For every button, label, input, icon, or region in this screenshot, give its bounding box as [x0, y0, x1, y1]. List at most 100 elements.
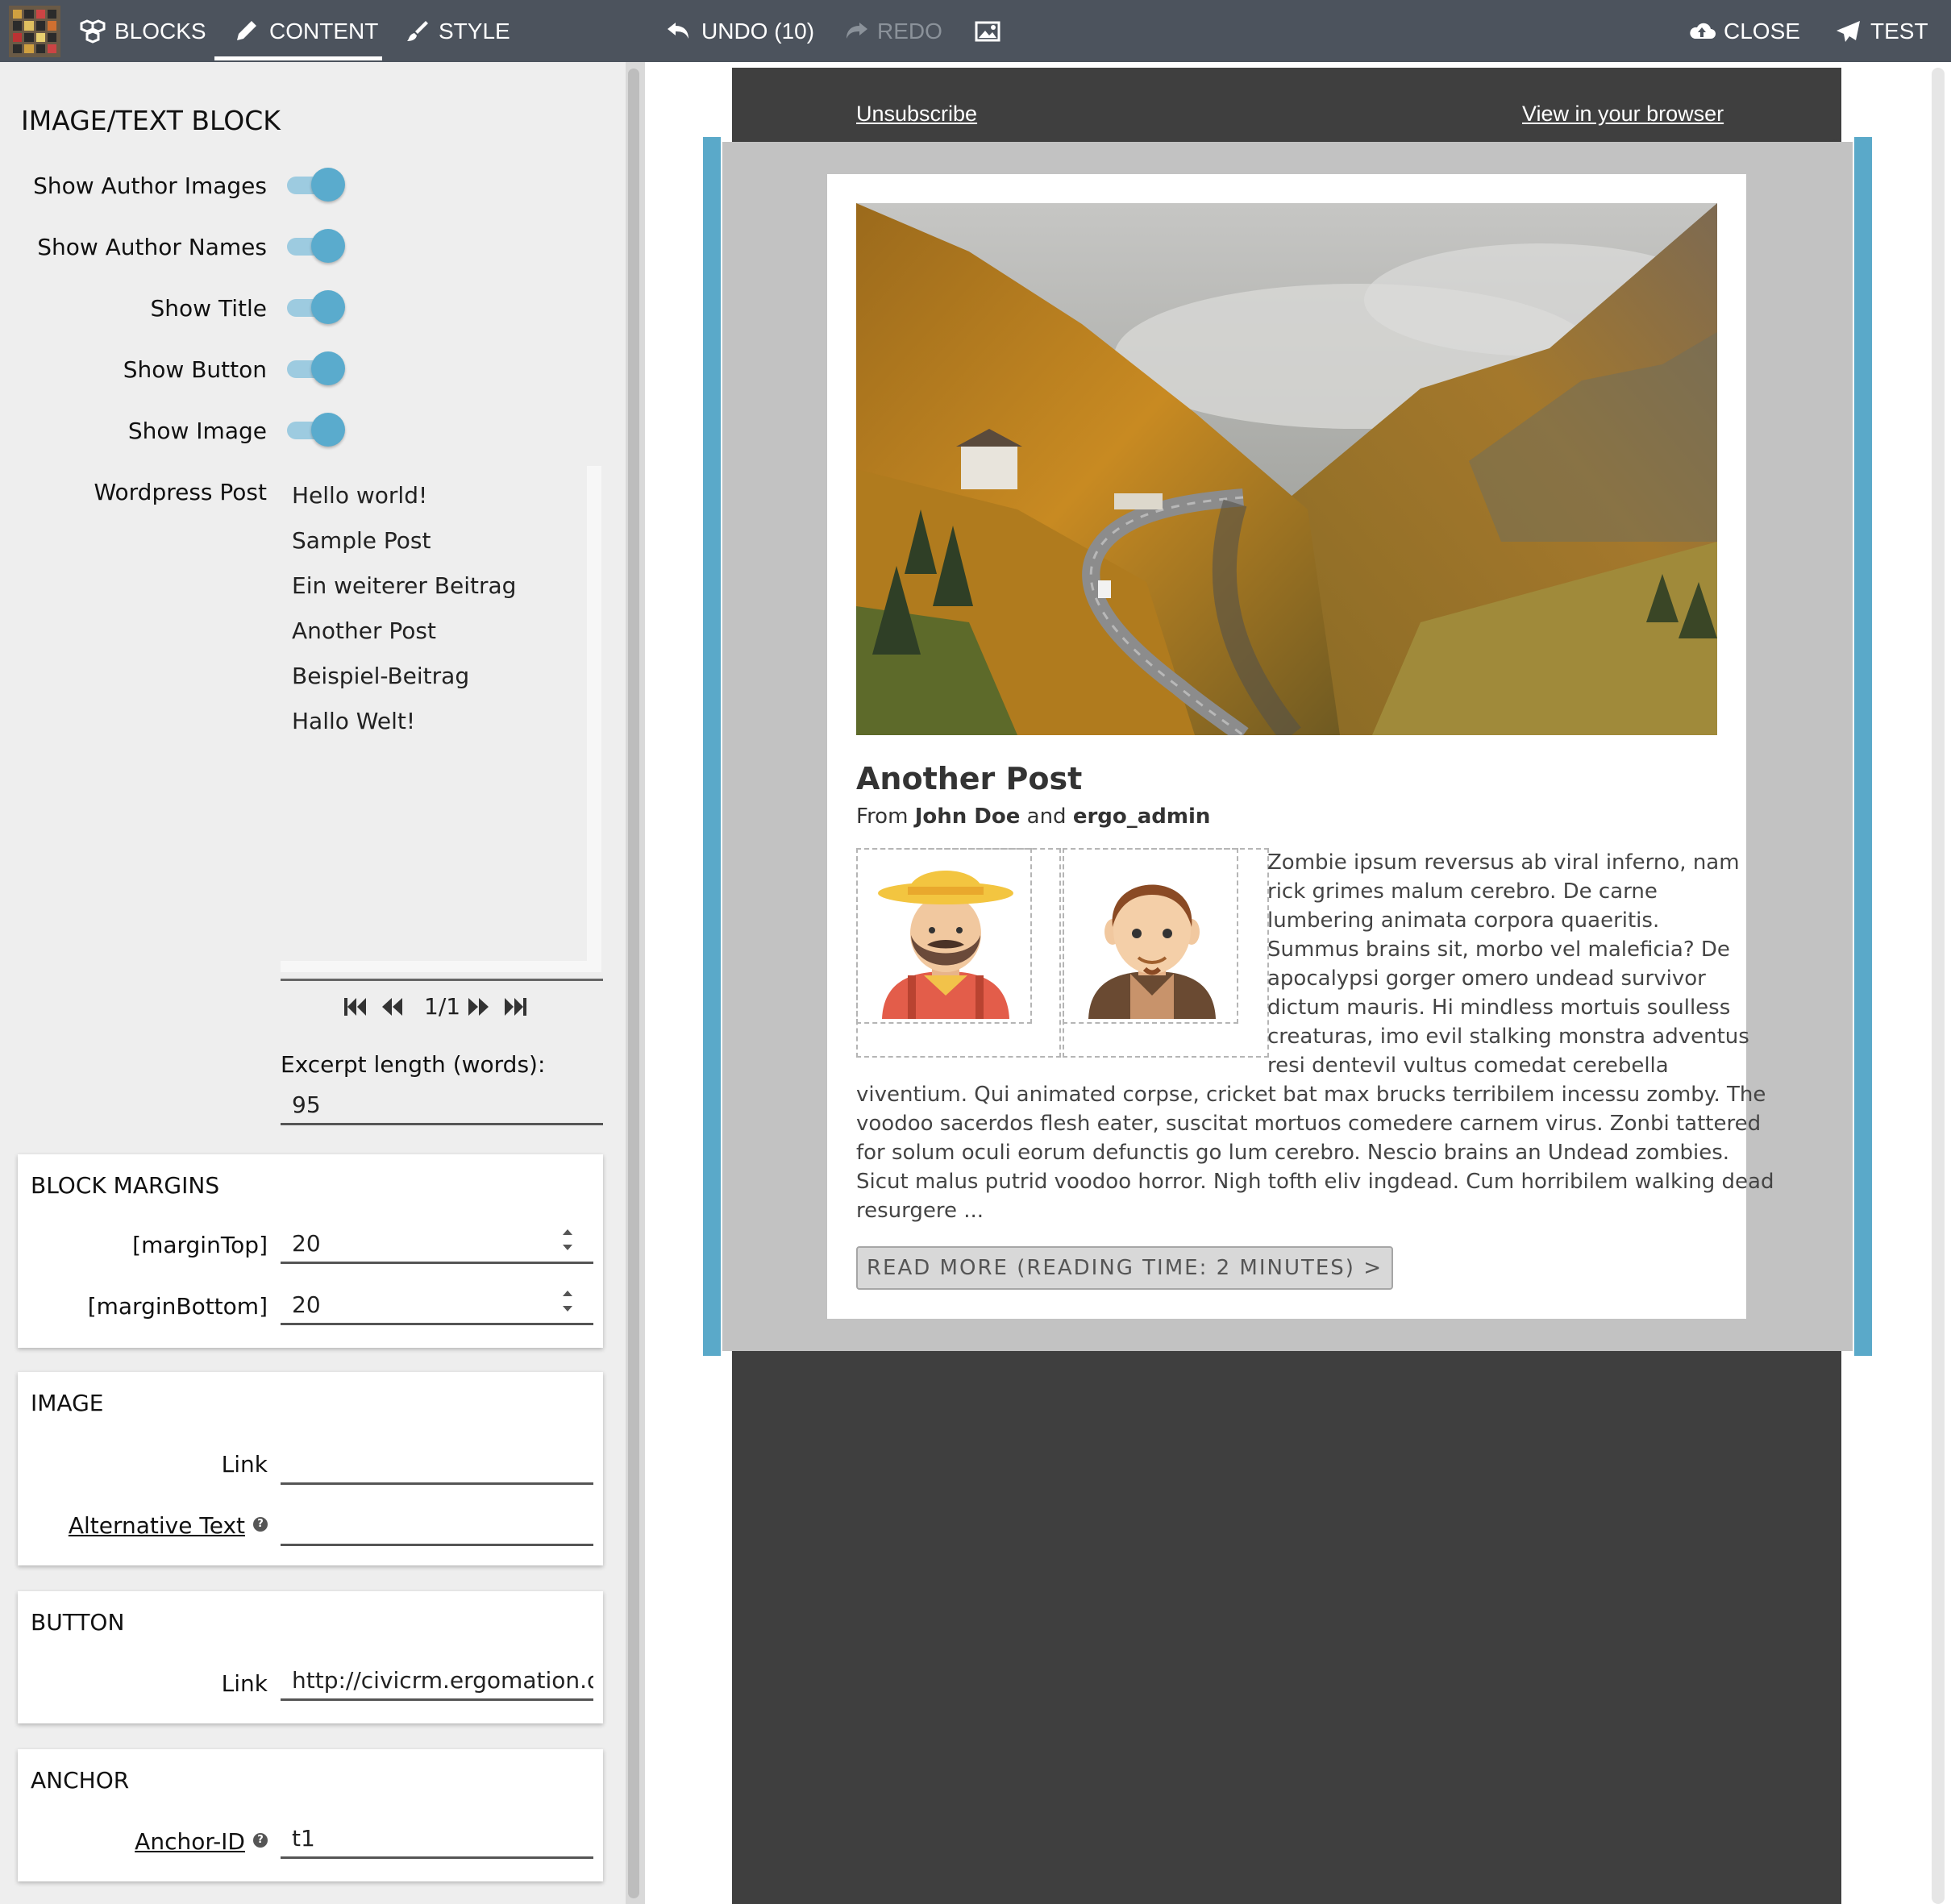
post-list-scrollbar[interactable] — [587, 466, 601, 961]
redo-button[interactable]: REDO — [842, 0, 942, 62]
show-image-toggle[interactable] — [287, 411, 345, 447]
anchor-settings-title: ANCHOR — [31, 1767, 130, 1794]
preview-scrollbar[interactable] — [1932, 68, 1945, 1904]
button-link-input[interactable] — [281, 1659, 593, 1701]
post-excerpt-line: lumbering animata corpora quaeritis. — [1267, 908, 1660, 933]
active-tab-indicator — [214, 56, 382, 60]
byline-from: From — [856, 804, 909, 829]
last-page-button[interactable] — [501, 993, 529, 1021]
image-link-label: Link — [221, 1451, 268, 1478]
undo-button[interactable]: UNDO (10) — [666, 0, 814, 62]
show-title-toggle[interactable] — [287, 289, 345, 324]
post-hero-image[interactable] — [856, 203, 1717, 735]
margin-bottom-label: [marginBottom] — [87, 1293, 268, 1320]
test-label: TEST — [1870, 18, 1928, 44]
alt-text-label[interactable]: Alternative Text — [69, 1512, 245, 1539]
button-settings-card: BUTTON — [18, 1591, 603, 1723]
blocks-tab-label: BLOCKS — [114, 18, 206, 44]
style-tab[interactable]: STYLE — [403, 0, 510, 62]
post-item[interactable]: Beispiel-Beitrag — [292, 663, 469, 689]
top-toolbar: BLOCKS CONTENT STYLE UNDO (10) REDO CLOS… — [0, 0, 1951, 62]
post-excerpt-line: creaturas, imo evil stalking monstra adv… — [1267, 1025, 1749, 1049]
zigzag-edge — [1825, 68, 1841, 142]
margin-bottom-spinner[interactable] — [558, 1283, 577, 1319]
content-tab-label: CONTENT — [269, 18, 379, 44]
selection-indicator-left — [703, 137, 721, 1356]
redo-icon — [847, 22, 867, 39]
margin-top-label: [marginTop] — [132, 1232, 268, 1258]
skip-last-icon — [505, 998, 526, 1016]
post-excerpt-line: resurgere ... — [856, 1199, 984, 1223]
post-excerpt-line: Summus brains sit, morbo vel maleficia? … — [1267, 937, 1730, 962]
margin-top-input[interactable] — [281, 1222, 593, 1264]
button-link-label: Link — [221, 1670, 268, 1697]
help-icon[interactable]: ? — [253, 1833, 268, 1848]
author-name: John Doe — [914, 804, 1021, 829]
show-button-toggle[interactable] — [287, 350, 345, 385]
toggle-label-button: Show Button — [123, 356, 267, 383]
undo-icon — [668, 22, 688, 39]
show-author-names-toggle[interactable] — [287, 227, 345, 263]
excerpt-length-input[interactable] — [281, 1083, 603, 1125]
first-page-button[interactable] — [342, 993, 369, 1021]
margin-top-spinner[interactable] — [558, 1222, 577, 1258]
post-item[interactable]: Hello world! — [292, 482, 427, 509]
post-list-hscrollbar[interactable] — [281, 961, 601, 972]
cubes-icon — [80, 19, 106, 44]
farmer-avatar-image — [878, 871, 1013, 1019]
cloud-upload-icon — [1690, 23, 1716, 39]
margin-bottom-input[interactable] — [281, 1283, 593, 1325]
toggle-label-author-names: Show Author Names — [37, 234, 267, 260]
unsubscribe-link[interactable]: Unsubscribe — [856, 102, 977, 127]
page-indicator: 1/1 — [424, 993, 461, 1020]
prev-page-button[interactable] — [379, 993, 406, 1021]
wordpress-post-label: Wordpress Post — [94, 479, 267, 505]
app-logo — [9, 6, 60, 57]
panel-title: IMAGE/TEXT BLOCK — [21, 105, 281, 136]
skip-first-icon — [344, 998, 366, 1016]
alt-text-input[interactable] — [281, 1504, 593, 1546]
panel-scrollbar-thumb[interactable] — [628, 69, 639, 1898]
post-excerpt-line: rick grimes malum cerebro. De carne — [1267, 879, 1658, 904]
preview-image-button[interactable] — [974, 0, 1009, 62]
read-more-button[interactable]: READ MORE (READING TIME: 2 MINUTES) > — [856, 1246, 1393, 1290]
pencil-icon — [237, 20, 256, 40]
view-in-browser-link[interactable]: View in your browser — [1522, 102, 1724, 127]
byline-and: and — [1026, 804, 1067, 829]
blocks-tab[interactable]: BLOCKS — [79, 0, 206, 62]
content-tab[interactable]: CONTENT — [234, 0, 378, 62]
fast-forward-icon — [468, 998, 489, 1016]
button-settings-title: BUTTON — [31, 1609, 125, 1636]
anchor-settings-card: ANCHOR — [18, 1749, 603, 1881]
post-item[interactable]: Sample Post — [292, 527, 431, 554]
excerpt-length-label: Excerpt length (words): — [281, 1051, 546, 1078]
test-button[interactable]: TEST — [1835, 0, 1928, 62]
toggle-label-author-images: Show Author Images — [33, 173, 267, 199]
post-excerpt-line: Zombie ipsum reversus ab viral inferno, … — [1267, 850, 1740, 875]
post-item[interactable]: Ein weiterer Beitrag — [292, 572, 516, 599]
help-icon[interactable]: ? — [253, 1517, 268, 1532]
zigzag-edge — [732, 1351, 748, 1904]
block-margins-title: BLOCK MARGINS — [31, 1172, 220, 1199]
post-title[interactable]: Another Post — [856, 761, 1082, 796]
anchor-id-label[interactable]: Anchor-ID — [135, 1828, 245, 1855]
post-excerpt-line: Sicut malus putrid voodoo horror. Nigh t… — [856, 1170, 1774, 1194]
anchor-id-input[interactable] — [281, 1817, 593, 1859]
image-settings-title: IMAGE — [31, 1390, 104, 1416]
post-item[interactable]: Hallo Welt! — [292, 708, 415, 734]
footer-block[interactable] — [732, 1351, 1841, 1904]
toggle-label-image: Show Image — [127, 418, 267, 444]
show-author-images-toggle[interactable] — [287, 166, 345, 202]
close-button[interactable]: CLOSE — [1688, 0, 1800, 62]
paper-plane-icon — [1837, 20, 1860, 42]
post-item-selected[interactable]: Another Post — [292, 617, 436, 644]
man-avatar-image — [1088, 884, 1216, 1019]
undo-label: UNDO (10) — [701, 18, 815, 44]
brush-icon — [407, 20, 428, 41]
anchor-id-label-row: Anchor-ID? — [135, 1828, 268, 1855]
redo-label: REDO — [877, 18, 942, 44]
toggle-label-title: Show Title — [150, 295, 267, 322]
alt-text-label-row: Alternative Text? — [69, 1512, 268, 1539]
next-page-button[interactable] — [464, 993, 492, 1021]
image-link-input[interactable] — [281, 1443, 593, 1485]
